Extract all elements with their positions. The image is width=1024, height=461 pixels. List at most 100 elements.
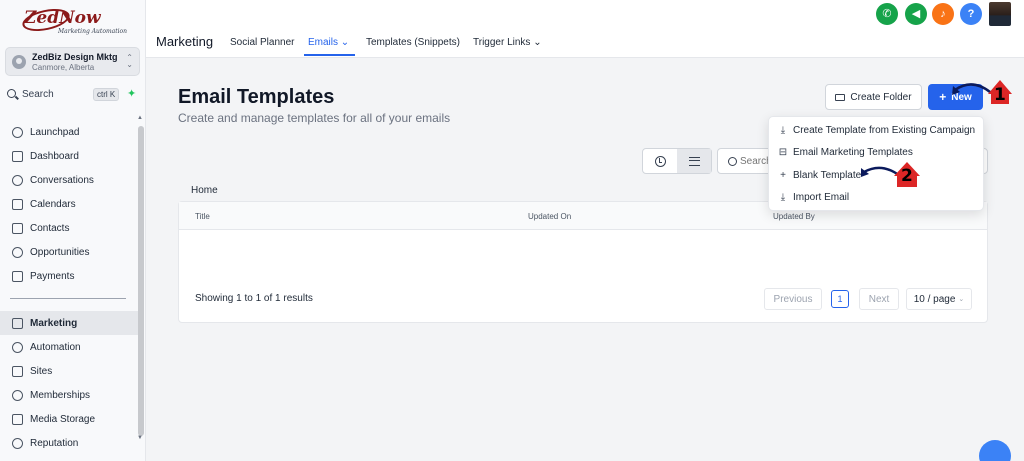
brand-logo[interactable]: ZedNow Marketing Automation	[20, 5, 128, 38]
sidebar-item-marketing[interactable]: Marketing	[0, 311, 138, 335]
tab-social-planner[interactable]: Social Planner	[230, 37, 294, 48]
annotation-step-1: 1	[994, 85, 1006, 105]
menu-item-label: Email Marketing Templates	[793, 146, 913, 158]
tab-emails[interactable]: Emails ⌄	[308, 37, 349, 48]
top-navigation: Marketing Social Planner Emails ⌄ Templa…	[146, 0, 1024, 58]
new-label: New	[951, 91, 972, 103]
breadcrumb[interactable]: Home	[191, 185, 218, 196]
logo-tagline: Marketing Automation	[58, 28, 128, 35]
payments-icon	[12, 270, 23, 282]
sidebar-item-label: Memberships	[30, 389, 91, 401]
search-icon	[7, 89, 16, 98]
chevron-down-icon: ⌄	[340, 37, 350, 48]
results-count: Showing 1 to 1 of 1 results	[195, 293, 313, 304]
annotation-step-2: 2	[901, 166, 913, 186]
sidebar-item-label: Automation	[30, 341, 81, 353]
tab-trigger-links[interactable]: Trigger Links ⌄	[473, 37, 542, 48]
account-switcher[interactable]: ZedBiz Design Mktg Canmore, Alberta ⌃ ⌄	[5, 47, 140, 76]
tab-templates-snippets[interactable]: Templates (Snippets)	[366, 37, 460, 48]
contacts-icon	[12, 222, 23, 234]
sidebar-item-label: Reputation	[30, 437, 79, 449]
next-page-button[interactable]: Next	[859, 288, 899, 310]
sidebar-item-conversations[interactable]: Conversations	[0, 168, 138, 192]
sidebar: ZedNow Marketing Automation ZedBiz Desig…	[0, 0, 146, 461]
sidebar-item-reputation[interactable]: Reputation	[0, 431, 138, 455]
help-icon[interactable]: ?	[960, 3, 982, 25]
sidebar-item-payments[interactable]: Payments	[0, 264, 138, 288]
menu-item-create-from-campaign[interactable]: ⤓ Create Template from Existing Campaign	[777, 123, 975, 137]
create-folder-label: Create Folder	[850, 91, 912, 103]
column-title[interactable]: Title	[195, 212, 210, 221]
sparkle-icon[interactable]: ✦	[127, 87, 136, 100]
chevron-down-icon: ⌄	[958, 296, 965, 303]
new-button[interactable]: + New	[928, 84, 983, 110]
scroll-down-arrow-icon[interactable]: ▼	[137, 435, 143, 441]
opportunities-icon	[12, 246, 23, 258]
folder-icon	[835, 93, 846, 101]
sidebar-item-sites[interactable]: Sites	[0, 359, 138, 383]
bell-icon[interactable]: ♪	[932, 3, 954, 25]
recent-view-button[interactable]	[643, 149, 677, 173]
menu-item-email-marketing-templates[interactable]: ⊟ Email Marketing Templates	[777, 145, 913, 159]
account-avatar-icon	[12, 55, 26, 69]
user-avatar[interactable]	[989, 2, 1011, 26]
sidebar-item-label: Marketing	[30, 317, 78, 329]
sidebar-item-label: Sites	[30, 365, 53, 377]
page-subtitle: Create and manage templates for all of y…	[178, 111, 451, 125]
sidebar-item-launchpad[interactable]: Launchpad	[0, 120, 138, 144]
clock-icon	[654, 155, 666, 167]
column-updated-by[interactable]: Updated By	[773, 212, 815, 221]
menu-item-blank-template[interactable]: + Blank Template	[777, 168, 861, 182]
list-view-button[interactable]	[677, 149, 711, 173]
star-icon	[12, 437, 23, 449]
sidebar-item-calendars[interactable]: Calendars	[0, 192, 138, 216]
rocket-icon	[12, 126, 23, 138]
tab-label: Trigger Links	[473, 37, 531, 48]
automation-icon	[12, 341, 23, 353]
tab-label: Emails	[308, 37, 339, 48]
menu-item-label: Import Email	[793, 191, 850, 203]
sidebar-item-dashboard[interactable]: Dashboard	[0, 144, 138, 168]
logo-text: ZedNow	[24, 8, 101, 28]
sidebar-item-automation[interactable]: Automation	[0, 335, 138, 359]
dashboard-icon	[12, 150, 23, 162]
account-name: ZedBiz Design Mktg	[32, 52, 118, 62]
send-icon	[12, 317, 23, 329]
sidebar-search-label: Search	[22, 89, 54, 100]
search-icon	[728, 157, 737, 166]
sidebar-item-label: Calendars	[30, 198, 76, 210]
chat-icon	[12, 174, 23, 186]
sidebar-nav: Launchpad Dashboard Conversations Calend…	[0, 120, 138, 455]
megaphone-icon[interactable]: ◀	[905, 3, 927, 25]
menu-item-label: Blank Template	[793, 169, 862, 181]
menu-item-import-email[interactable]: ⤓ Import Email	[777, 190, 849, 204]
sidebar-item-label: Contacts	[30, 222, 70, 234]
chat-widget-button[interactable]	[979, 440, 1011, 461]
page-size-select[interactable]: 10 / page ⌄	[906, 288, 972, 310]
sidebar-item-contacts[interactable]: Contacts	[0, 216, 138, 240]
scroll-up-arrow-icon[interactable]: ▲	[137, 115, 143, 121]
create-folder-button[interactable]: Create Folder	[825, 84, 922, 110]
search-shortcut: ctrl K	[93, 88, 120, 101]
calendar-icon	[12, 198, 23, 210]
page-size-value: 10 / page	[913, 293, 956, 305]
sidebar-divider	[10, 298, 126, 299]
sidebar-item-opportunities[interactable]: Opportunities	[0, 240, 138, 264]
plus-icon: +	[780, 169, 786, 181]
sites-icon	[12, 365, 23, 377]
phone-icon[interactable]: ✆	[876, 3, 898, 25]
column-updated-on[interactable]: Updated On	[528, 212, 571, 221]
sidebar-item-label: Payments	[30, 270, 75, 282]
new-dropdown-menu: ⤓ Create Template from Existing Campaign …	[768, 116, 984, 211]
previous-page-button[interactable]: Previous	[764, 288, 822, 310]
sidebar-item-label: Conversations	[30, 174, 94, 186]
sidebar-item-media-storage[interactable]: Media Storage	[0, 407, 138, 431]
view-toggle	[642, 148, 712, 174]
templates-table: Title Updated On Updated By Showing 1 to…	[178, 201, 988, 323]
page-number-button[interactable]: 1	[831, 290, 849, 308]
sidebar-item-label: Opportunities	[30, 246, 90, 258]
sidebar-scrollbar[interactable]	[138, 126, 144, 436]
sidebar-item-memberships[interactable]: Memberships	[0, 383, 138, 407]
sidebar-search[interactable]: Search ctrl K ✦	[5, 86, 140, 104]
memberships-icon	[12, 389, 23, 401]
